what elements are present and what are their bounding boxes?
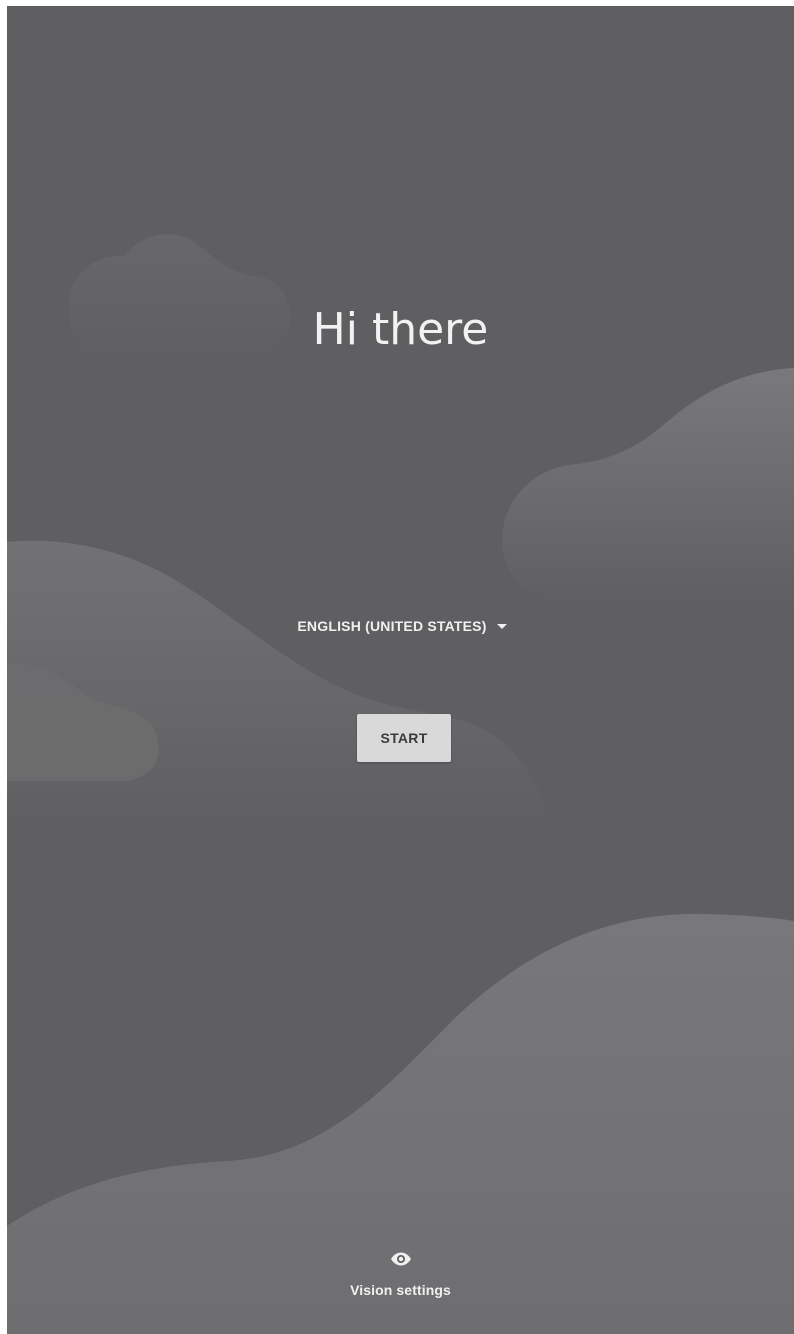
eye-icon — [390, 1252, 411, 1266]
background-hills — [7, 234, 794, 1334]
language-selected-label: ENGLISH (UNITED STATES) — [297, 618, 487, 634]
language-dropdown[interactable]: ENGLISH (UNITED STATES) — [277, 609, 527, 643]
welcome-title: Hi there — [312, 304, 489, 355]
hill-left — [7, 540, 547, 826]
dropdown-caret-icon — [496, 623, 507, 629]
vision-settings-label: Vision settings — [350, 1282, 451, 1298]
welcome-screen: Hi there ENGLISH (UNITED STATES) START V… — [7, 6, 794, 1334]
hill-right — [502, 368, 794, 606]
vision-settings-button[interactable]: Vision settings — [7, 1252, 794, 1298]
start-button[interactable]: START — [357, 714, 451, 762]
